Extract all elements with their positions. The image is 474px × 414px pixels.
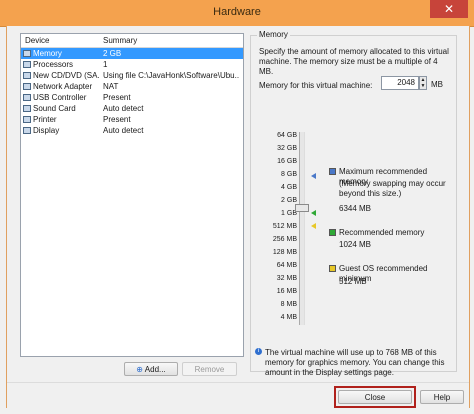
device-row-memory[interactable]: Memory 2 GB <box>21 48 243 59</box>
remove-button[interactable]: Remove <box>182 362 237 376</box>
scale-label: 512 MB <box>272 223 297 230</box>
network-icon <box>23 83 31 90</box>
memory-description: Specify the amount of memory allocated t… <box>259 47 449 76</box>
device-row-usb-controller[interactable]: USB Controller Present <box>21 92 243 103</box>
device-row-cd-dvd[interactable]: New CD/DVD (SA... Using file C:\JavaHonk… <box>21 70 243 81</box>
scale-label: 32 GB <box>277 145 297 152</box>
column-header-summary[interactable]: Summary <box>103 36 137 45</box>
add-button[interactable]: ⊕ Add... <box>124 362 178 376</box>
memory-slider-thumb[interactable] <box>295 204 309 212</box>
dialog-body: Device Summary Memory 2 GB Processors 1 … <box>6 26 470 408</box>
max-memory-note: (Memory swapping may occur beyond this s… <box>339 179 446 198</box>
scale-label: 8 MB <box>280 301 297 308</box>
recommended-memory-legend-icon <box>329 229 336 236</box>
recommended-memory-title: Recommended memory <box>339 228 425 237</box>
speaker-icon <box>23 105 31 112</box>
max-memory-marker-icon <box>311 173 316 179</box>
scale-label: 2 GB <box>281 197 297 204</box>
memory-icon <box>23 50 31 57</box>
memory-input[interactable]: 2048 <box>381 76 419 90</box>
memory-unit: MB <box>431 80 443 89</box>
close-button[interactable]: Close <box>338 390 412 404</box>
scale-label: 64 GB <box>277 132 297 139</box>
recommended-memory-value: 1024 MB <box>339 240 372 249</box>
column-header-device[interactable]: Device <box>25 36 49 45</box>
device-list[interactable]: Device Summary Memory 2 GB Processors 1 … <box>20 33 244 357</box>
device-row-display[interactable]: Display Auto detect <box>21 125 243 136</box>
scale-label: 32 MB <box>276 275 297 282</box>
window-title: Hardware <box>213 6 261 18</box>
usb-icon <box>23 94 31 101</box>
device-row-network-adapter[interactable]: Network Adapter NAT <box>21 81 243 92</box>
spin-down-icon[interactable]: ▼ <box>420 83 426 89</box>
scale-label: 4 MB <box>280 314 297 321</box>
min-memory-marker-icon <box>311 223 316 229</box>
monitor-icon <box>23 127 31 134</box>
memory-group: Memory Specify the amount of memory allo… <box>250 30 457 372</box>
info-icon: i <box>255 348 262 355</box>
footer-divider <box>7 382 469 383</box>
memory-field-label: Memory for this virtual machine: <box>259 81 373 90</box>
help-button[interactable]: Help <box>420 390 464 404</box>
memory-slider-track[interactable] <box>299 132 305 325</box>
title-bar: Hardware ✕ <box>0 0 474 27</box>
memory-spinner[interactable]: ▲ ▼ <box>419 76 427 90</box>
add-hardware-icon: ⊕ <box>136 365 143 374</box>
scale-label: 8 GB <box>281 171 297 178</box>
device-row-printer[interactable]: Printer Present <box>21 114 243 125</box>
cd-dvd-icon <box>23 72 31 79</box>
device-list-header: Device Summary <box>21 34 243 48</box>
min-memory-legend-icon <box>329 265 336 272</box>
scale-label: 4 GB <box>281 184 297 191</box>
scale-label: 256 MB <box>272 236 297 243</box>
scale-label: 16 GB <box>277 158 297 165</box>
max-memory-value: 6344 MB <box>339 204 372 213</box>
scale-label: 128 MB <box>272 249 297 256</box>
scale-label: 64 MB <box>276 262 297 269</box>
scale-label: 16 MB <box>276 288 297 295</box>
min-memory-value: 512 MB <box>339 277 367 286</box>
add-button-label: Add... <box>144 365 166 374</box>
recommended-memory-marker-icon <box>311 210 316 216</box>
graphics-memory-info-text: The virtual machine will use up to 768 M… <box>265 348 445 377</box>
memory-group-title: Memory <box>257 30 290 39</box>
max-memory-legend-icon <box>329 168 336 175</box>
printer-icon <box>23 116 31 123</box>
device-row-sound-card[interactable]: Sound Card Auto detect <box>21 103 243 114</box>
window-close-button[interactable]: ✕ <box>430 0 468 18</box>
device-row-processors[interactable]: Processors 1 <box>21 59 243 70</box>
scale-label: 1 GB <box>281 210 297 217</box>
processor-icon <box>23 61 31 68</box>
